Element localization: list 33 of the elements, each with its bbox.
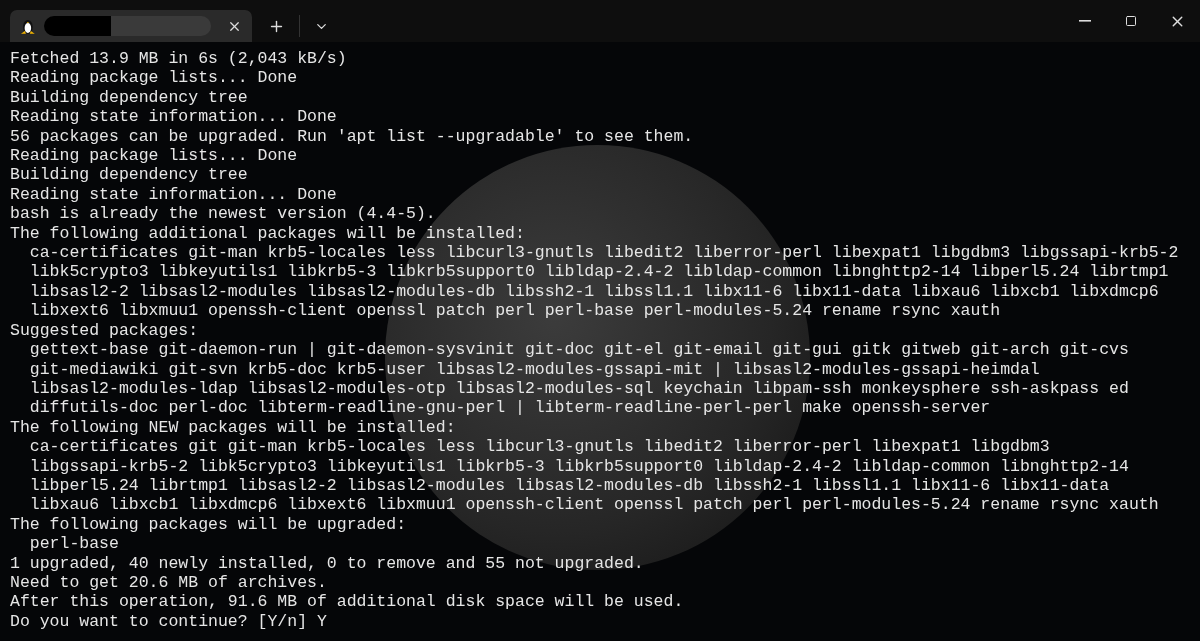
terminal-line: libxau6 libxcb1 libxdmcp6 libxext6 libxmuu1 openssh-client openssl patch perl perl-modules-5.24 rename rsync xauth: [28, 495, 1159, 515]
terminal-line: Building dependency tree: [10, 87, 248, 108]
terminal-line: libsasl2-modules-ldap libsasl2-modules-otp libsasl2-modules-sql keychain libpam-ssh monkeysphere ssh-askpass ed: [28, 378, 1129, 399]
terminal-line: The following NEW packages will be installed:: [10, 417, 456, 438]
maximize-icon: [1125, 15, 1137, 27]
terminal-line: perl-base: [28, 534, 119, 554]
terminal-line: Fetched 13.9 MB in 6s (2,043 kB/s): [10, 49, 347, 69]
terminal-line: libperl5.24 librtmp1 libsasl2-2 libsasl2-modules libsasl2-modules-db libssh2-1 libssl1.1 libx11-6 libx11-data: [28, 475, 1110, 496]
terminal-line: libxext6 libxmuu1 openssh-client openssl patch perl perl-base perl-modules-5.24 rename rsync xauth: [28, 301, 1001, 321]
terminal-line: 1 upgraded, 40 newly installed, 0 to remove and 55 not upgraded.: [10, 553, 644, 573]
terminal-line: Building dependency tree: [10, 165, 248, 185]
terminal-line: libk5crypto3 libkeyutils1 libkrb5-3 libkrb5support0 libldap-2.4-2 libldap-common libnghttp2-14 libperl5.24 librtmp1: [28, 262, 1169, 282]
terminal-line: gettext-base git-daemon-run | git-daemon-sysvinit git-doc git-el git-email git-gui gitk gitweb git-arch git-cvs: [28, 340, 1129, 360]
terminal-line: Reading package lists... Done: [10, 146, 298, 166]
terminal-line: Suggested packages:: [10, 320, 199, 341]
terminal-line: ca-certificates git-man krb5-locales less libcurl3-gnutls libedit2 liberror-perl libexpat1 libgdbm3 libgssapi-krb5-2: [28, 243, 1179, 263]
terminal-line: After this operation, 91.6 MB of additional disk space will be used.: [10, 592, 684, 612]
minimize-icon: [1079, 20, 1091, 22]
terminal-line: Need to get 20.6 MB of archives.: [10, 572, 327, 593]
terminal-line: 56 packages can be upgraded. Run 'apt list --upgradable' to see them.: [10, 126, 694, 147]
terminal-line: Reading state information... Done: [10, 184, 337, 205]
terminal-line: Reading package lists... Done: [10, 68, 298, 88]
terminal-line: Reading state information... Done: [10, 107, 337, 127]
terminal-line: Do you want to continue? [Y/n] Y: [10, 611, 327, 632]
terminal-line: ca-certificates git git-man krb5-locales less libcurl3-gnutls libedit2 liberror-perl libexpat1 libgdbm3: [28, 437, 1050, 457]
terminal-line: git-mediawiki git-svn krb5-doc krb5-user libsasl2-modules-gssapi-mit | libsasl2-modules-gssapi-heimdal: [28, 359, 1040, 379]
terminal-line: libgssapi-krb5-2 libk5crypto3 libkeyutils1 libkrb5-3 libkrb5support0 libldap-2.4-2 libldap-common libnghttp2-14: [28, 456, 1129, 476]
terminal-line: diffutils-doc perl-doc libterm-readline-gnu-perl | libterm-readline-perl-perl make openssh-server: [28, 398, 991, 418]
terminal-line: libsasl2-2 libsasl2-modules libsasl2-modules-db libssh2-1 libssl1.1 libx11-6 libx11-data libxau6 libxcb1 libxdmcp6: [28, 281, 1159, 302]
terminal-line: The following packages will be upgraded:: [10, 514, 407, 535]
terminal-line: bash is already the newest version (4.4-5).: [10, 204, 436, 224]
terminal-line: The following additional packages will be installed:: [10, 223, 525, 244]
penguin-icon: [20, 17, 36, 35]
